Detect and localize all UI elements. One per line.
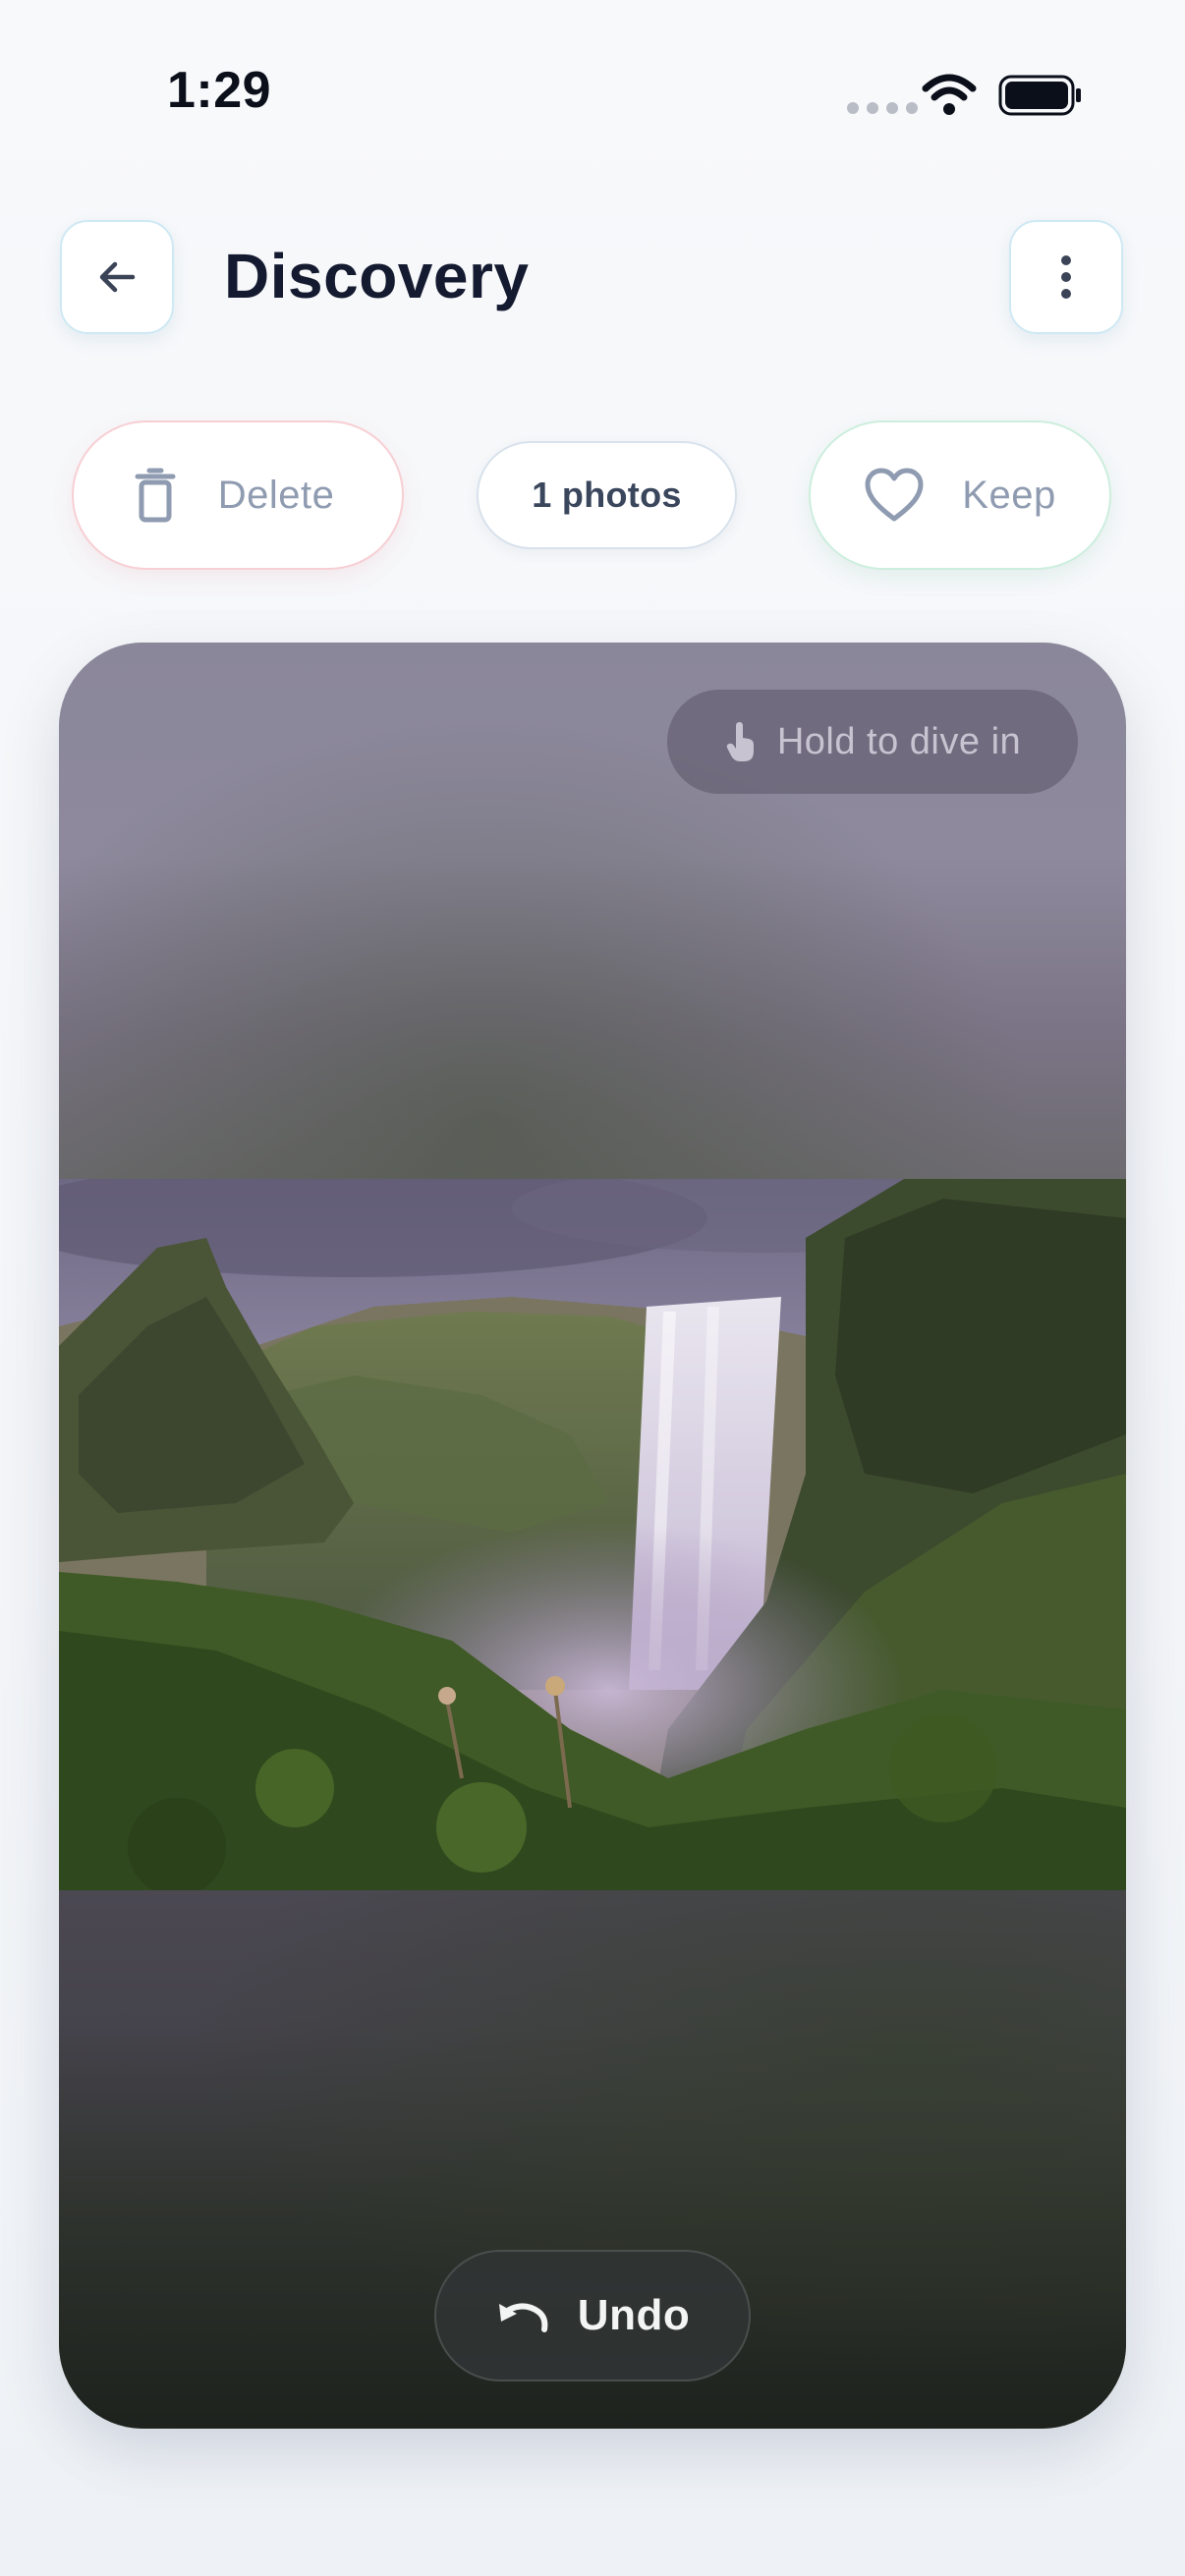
signal-dots-icon (847, 102, 918, 114)
tap-hand-icon (726, 722, 754, 761)
photo-count-badge: 1 photos (477, 441, 737, 549)
page-title: Discovery (224, 241, 530, 311)
trash-icon (135, 468, 176, 523)
hold-to-dive-hint: Hold to dive in (667, 690, 1078, 794)
status-bar: 1:29 (0, 0, 1185, 187)
keep-label: Keep (962, 473, 1056, 517)
photo-count-label: 1 photos (532, 475, 682, 515)
photo-card[interactable]: Hold to dive in Undo (59, 643, 1126, 2429)
undo-button[interactable]: Undo (434, 2250, 751, 2381)
undo-arrow-icon (498, 2303, 548, 2332)
battery-icon (998, 75, 1081, 116)
undo-label: Undo (577, 2291, 691, 2339)
heart-icon (865, 468, 924, 522)
wifi-icon (922, 74, 977, 115)
keep-button[interactable]: Keep (809, 420, 1111, 570)
more-options-button[interactable] (1009, 220, 1123, 334)
delete-button[interactable]: Delete (72, 420, 404, 570)
more-vertical-icon (1061, 255, 1071, 299)
delete-label: Delete (217, 473, 335, 517)
hint-label: Hold to dive in (776, 720, 1022, 762)
status-time: 1:29 (167, 62, 272, 119)
back-button[interactable] (60, 220, 174, 334)
photo-image (59, 1179, 1126, 1890)
arrow-left-icon (99, 261, 136, 293)
